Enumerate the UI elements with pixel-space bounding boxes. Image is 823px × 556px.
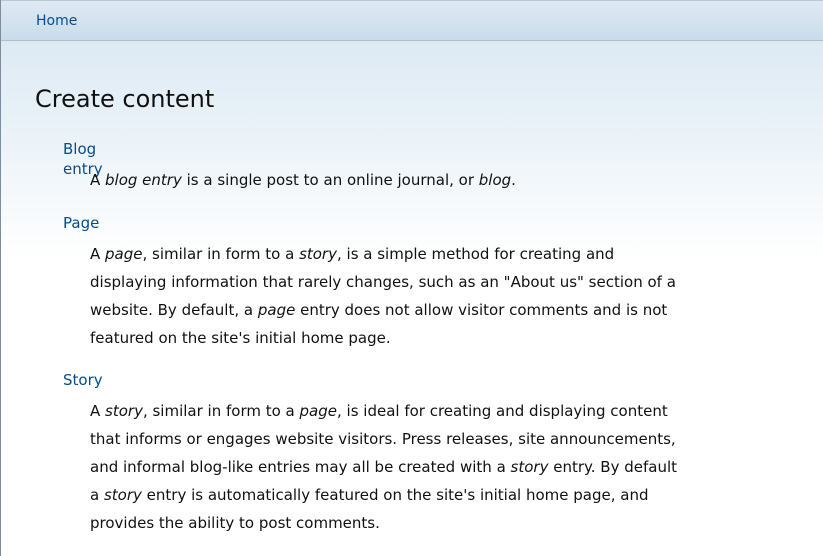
emphasized-term: page	[299, 402, 337, 420]
description-line: a story entry is automatically featured …	[90, 486, 649, 504]
story-description: A story, similar in form to a page, is i…	[90, 397, 823, 537]
description-line: displaying information that rarely chang…	[90, 273, 676, 291]
description-line: A page, similar in form to a story, is a…	[90, 245, 615, 263]
description-line: and informal blog-like entries may all b…	[90, 458, 677, 476]
page-title: Create content	[35, 85, 215, 113]
page-description: A page, similar in form to a story, is a…	[90, 240, 823, 352]
emphasized-term: story	[510, 458, 549, 476]
description-line: provides the ability to post comments.	[90, 514, 380, 532]
description-line: that informs or engages website visitors…	[90, 430, 676, 448]
emphasized-term: page	[105, 245, 143, 263]
emphasized-term: blog	[478, 171, 512, 189]
blog-entry-description: A blog entry is a single post to an onli…	[90, 166, 823, 194]
breadcrumb-home-link[interactable]: Home	[36, 12, 77, 30]
emphasized-term: story	[103, 486, 142, 504]
emphasized-term: story	[299, 245, 337, 263]
description-line: website. By default, a page entry does n…	[90, 301, 668, 319]
description-line: A blog entry is a single post to an onli…	[90, 171, 516, 189]
emphasized-term: page	[257, 301, 296, 319]
story-link[interactable]: Story	[63, 370, 103, 390]
description-line: A story, similar in form to a page, is i…	[90, 402, 668, 420]
emphasized-term: blog entry	[105, 171, 182, 189]
content-frame: Home Create content Blog entry A blog en…	[0, 0, 823, 556]
emphasized-term: story	[105, 402, 143, 420]
breadcrumb: Home	[1, 0, 823, 41]
page-link[interactable]: Page	[63, 213, 99, 233]
description-line: featured on the site's initial home page…	[90, 329, 391, 347]
